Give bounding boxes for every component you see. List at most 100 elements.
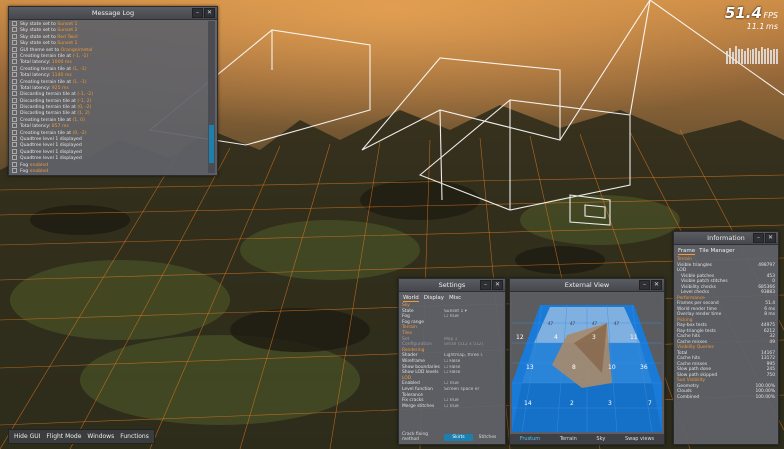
fps-history-bar xyxy=(728,48,731,64)
settings-row-value[interactable]: ☐ True xyxy=(444,404,502,410)
external-view-canvas[interactable]: 12 4 3 11 13 8 10 36 14 2 3 7 47 47 47 47 xyxy=(512,293,662,432)
log-entry-text: Sky state set to xyxy=(20,34,58,40)
close-button[interactable]: ✕ xyxy=(765,233,776,243)
frame-time-value: 11.1 xyxy=(746,22,765,31)
log-entry-text: Fog xyxy=(20,162,30,168)
information-row-value: 100.00% xyxy=(755,394,775,400)
external-view-tab[interactable]: Terrain xyxy=(560,436,577,442)
log-entry-text: Quadtree level 1 displayed xyxy=(20,149,82,155)
log-entry-text: Creating terrain tile at xyxy=(20,53,73,59)
tile-lod-label: 47 xyxy=(592,321,598,326)
tile-lod-label: 13 xyxy=(526,364,534,371)
log-checkbox-icon xyxy=(12,59,17,65)
external-view-tab[interactable]: Frustum xyxy=(520,436,540,442)
log-entry-text: Quadtree level 1 displayed xyxy=(20,143,82,149)
fps-history-bar xyxy=(752,48,755,64)
minimize-button[interactable]: – xyxy=(639,280,650,290)
tile-lod-label: 47 xyxy=(548,321,554,326)
log-entry-value: Sunset 2 xyxy=(57,28,78,34)
fps-history-bar xyxy=(734,46,737,64)
message-log-title: Message Log xyxy=(9,7,217,20)
toolbar-button-hide-gui[interactable]: Hide GUI xyxy=(14,433,40,440)
log-checkbox-icon xyxy=(12,40,17,46)
fps-history-bar xyxy=(755,48,758,64)
fps-value: 51.4 xyxy=(724,4,762,22)
crack-fixing-skirts-option[interactable]: Skirts xyxy=(444,433,473,441)
minimize-button[interactable]: – xyxy=(480,280,491,290)
tile-lod-label: 8 xyxy=(572,364,576,371)
information-tab[interactable]: Frame xyxy=(678,248,696,255)
fps-history-bar xyxy=(758,50,761,64)
log-checkbox-icon xyxy=(12,142,17,148)
log-entry-text: GUI theme set to xyxy=(20,47,61,53)
information-tab[interactable]: Tile Manager xyxy=(699,248,735,255)
settings-tab-world[interactable]: World xyxy=(403,295,419,302)
external-view-window[interactable]: External View – ✕ 12 4 3 11 13 8 10 36 14 2 3 7 47 47… xyxy=(509,278,665,445)
settings-row[interactable]: Merge stitches ☐ True xyxy=(399,404,505,410)
message-log-list: Sky state set to Sunset 1 Sky state set t… xyxy=(12,21,205,174)
toolbar-button-functions[interactable]: Functions xyxy=(120,433,149,440)
log-checkbox-icon xyxy=(12,65,17,71)
tile-lod-label: 11 xyxy=(630,334,638,341)
minimize-button[interactable]: – xyxy=(192,8,203,18)
log-entry-text: Sky state set to xyxy=(20,22,58,27)
log-checkbox-icon xyxy=(12,27,17,33)
tile-lod-label: 47 xyxy=(570,321,576,326)
tile-lod-label: 12 xyxy=(516,334,524,341)
fps-history-bar xyxy=(764,49,767,64)
log-entry-value: enabled xyxy=(29,162,49,168)
log-checkbox-icon xyxy=(12,46,17,52)
log-checkbox-icon xyxy=(12,136,17,142)
log-entry-text: Discarding terrain tile at xyxy=(20,105,78,111)
close-button[interactable]: ✕ xyxy=(492,280,503,290)
scrollbar-thumb[interactable] xyxy=(209,125,214,163)
log-entry-text: Total latency: xyxy=(20,85,52,91)
log-checkbox-icon xyxy=(12,129,17,135)
fps-history-bar xyxy=(740,48,743,64)
fps-history-graph xyxy=(726,42,778,64)
settings-window[interactable]: Settings – ✕ World Display Misc Sky State Su… xyxy=(398,278,506,445)
log-checkbox-icon xyxy=(12,123,17,129)
log-entry-value: 857 ms xyxy=(51,124,69,130)
log-entry-value: (-1, 2) xyxy=(77,98,92,104)
toolbar-button-flight-mode[interactable]: Flight Mode xyxy=(46,433,81,440)
log-checkbox-icon xyxy=(12,78,17,84)
fps-history-bar xyxy=(761,46,764,64)
tile-lod-label: 3 xyxy=(592,334,596,341)
log-checkbox-icon xyxy=(12,84,17,90)
close-button[interactable]: ✕ xyxy=(651,280,662,290)
log-entry-text: Sky state set to xyxy=(20,41,58,47)
settings-tab-display[interactable]: Display xyxy=(424,295,444,302)
fps-history-bar xyxy=(743,51,746,64)
log-checkbox-icon xyxy=(12,104,17,110)
information-window[interactable]: Information – ✕ Frame Tile Manager Terrai… xyxy=(673,231,779,445)
log-entry-text: Quadtree level 1 displayed xyxy=(20,156,82,162)
log-checkbox-icon xyxy=(12,33,17,39)
tile-lod-label: 10 xyxy=(608,364,616,371)
log-entry-text: Creating terrain tile at xyxy=(20,66,73,72)
log-checkbox-icon xyxy=(12,161,17,167)
tile-lod-label: 2 xyxy=(570,400,574,407)
message-log-scrollbar[interactable] xyxy=(208,21,215,173)
log-entry-text: Discarding terrain tile at xyxy=(20,98,78,104)
settings-tabs: World Display Misc xyxy=(399,292,505,303)
information-tabs: Frame Tile Manager xyxy=(674,245,778,257)
external-view-tab[interactable]: Swap views xyxy=(625,436,654,442)
toolbar-button-windows[interactable]: Windows xyxy=(87,433,114,440)
message-log-window[interactable]: Message Log – ✕ Sky state set to Sunset … xyxy=(8,6,218,176)
log-entry: Fog enabled xyxy=(12,167,205,174)
minimize-button[interactable]: – xyxy=(753,233,764,243)
fps-history-bar xyxy=(731,51,734,64)
external-view-tab[interactable]: Sky xyxy=(596,436,605,442)
close-button[interactable]: ✕ xyxy=(204,8,215,18)
information-row-label: Combined xyxy=(677,394,700,400)
crack-fixing-stitches-option[interactable]: Stitches xyxy=(473,435,502,440)
log-entry-value: (1, 2) xyxy=(77,111,90,117)
log-entry-text: Total latency: xyxy=(20,124,52,130)
settings-tab-misc[interactable]: Misc xyxy=(449,295,461,302)
log-entry-value: Sunset 1 xyxy=(57,41,78,47)
log-entry-text: Creating terrain tile at xyxy=(20,117,73,123)
log-entry-value: (1, -1) xyxy=(72,66,87,72)
log-checkbox-icon xyxy=(12,155,17,161)
log-entry-value: 1000 ms xyxy=(51,60,72,66)
